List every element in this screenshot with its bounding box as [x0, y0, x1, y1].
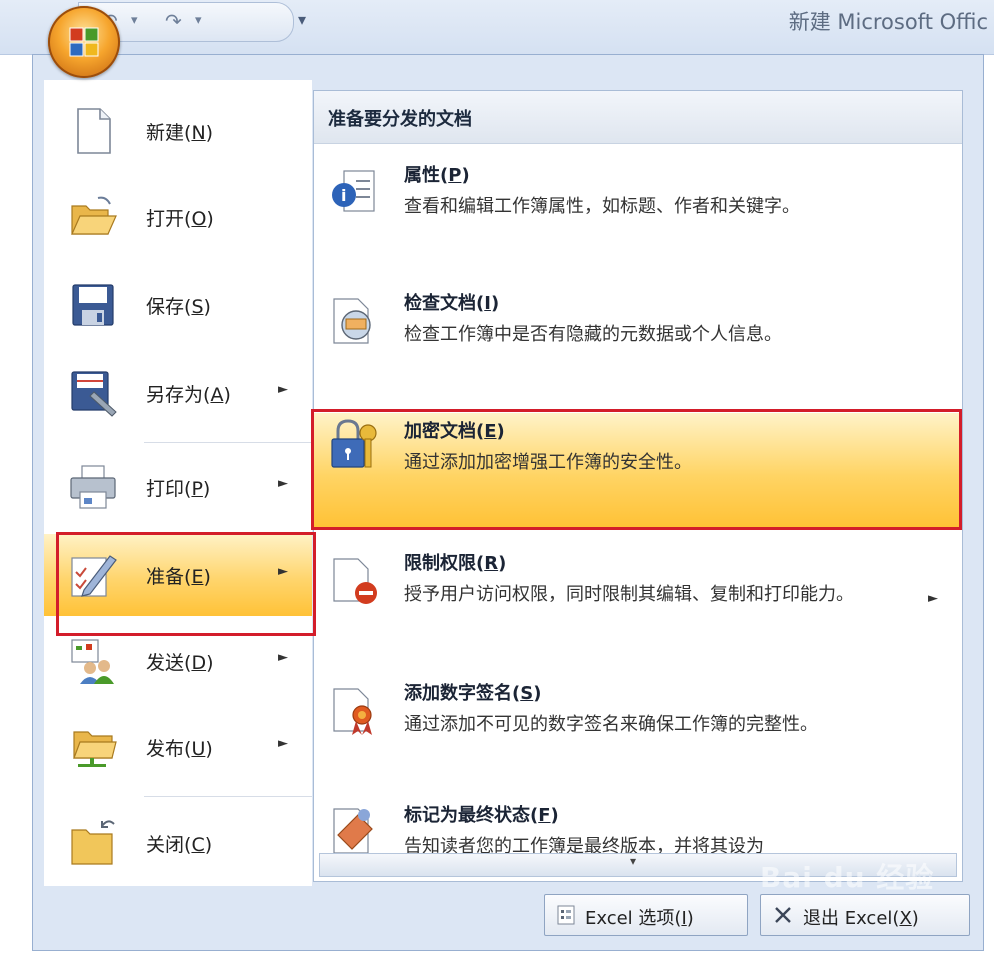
digital-signature-icon	[333, 688, 372, 735]
menu-item-publish[interactable]: 发布(U) ►	[44, 706, 312, 788]
printer-icon	[70, 465, 116, 509]
annotation-box-encrypt	[311, 409, 962, 530]
option-accesskey: I	[484, 293, 491, 314]
submenu-arrow-icon: ►	[278, 382, 288, 397]
menu-item-label: 发送	[146, 652, 185, 674]
undo-dropdown-icon[interactable]: ▾	[131, 8, 138, 34]
option-properties[interactable]: i 属性(P) 查看和编辑工作簿属性，如标题、作者和关键字。	[314, 153, 962, 271]
left-menu: 新建(N) 打开(O) 保存(S) 另存为(A) ► 打印(P) ► 准备(E)…	[44, 80, 312, 886]
option-title: 限制权限	[404, 553, 476, 574]
send-people-icon	[71, 639, 114, 684]
window-title: 新建 Microsoft Offic	[788, 10, 988, 34]
menu-item-accesskey: P	[191, 478, 203, 500]
option-description: 检查工作簿中是否有隐藏的元数据或个人信息。	[404, 324, 782, 345]
option-description: 授予用户访问权限，同时限制其编辑、复制和打印能力。	[404, 584, 854, 605]
title-bar: ↶ ▾ ↷ ▾ ▾ 新建 Microsoft Offic	[0, 0, 994, 55]
exit-excel-button[interactable]: 退出 Excel(X)	[760, 894, 970, 936]
submenu-header: 准备要分发的文档	[314, 91, 962, 144]
menu-item-save-as[interactable]: 另存为(A) ►	[44, 352, 312, 434]
open-folder-icon	[71, 196, 117, 235]
menu-item-close[interactable]: 关闭(C)	[44, 802, 312, 884]
svg-text:i: i	[341, 186, 346, 205]
option-description: 通过添加不可见的数字签名来确保工作簿的完整性。	[404, 714, 818, 735]
option-restrict-permission[interactable]: 限制权限(R) 授予用户访问权限，同时限制其编辑、复制和打印能力。 ►	[314, 545, 962, 663]
close-folder-icon	[71, 820, 115, 865]
customize-toolbar-icon[interactable]: ▾	[298, 10, 306, 29]
publish-folder-icon	[73, 731, 117, 767]
option-description: 告知读者您的工作簿是最终版本，并将其设为	[404, 836, 764, 853]
save-disk-icon	[72, 284, 114, 326]
menu-item-label: 另存为	[146, 384, 204, 406]
option-accesskey: S	[520, 683, 534, 704]
option-title: 属性	[404, 165, 440, 186]
option-digital-signature[interactable]: 添加数字签名(S) 通过添加不可见的数字签名来确保工作簿的完整性。	[314, 673, 962, 791]
new-document-icon	[77, 108, 111, 154]
menu-item-accesskey: N	[191, 122, 206, 144]
annotation-box-prepare	[56, 532, 316, 636]
option-accesskey: R	[484, 553, 499, 574]
option-title: 添加数字签名	[404, 683, 512, 704]
properties-info-icon: i	[332, 170, 375, 212]
office-logo-icon	[69, 27, 99, 57]
submenu-arrow-icon: ►	[278, 650, 288, 665]
button-accesskey: I	[681, 908, 687, 929]
office-button[interactable]	[48, 6, 120, 78]
option-inspect-document[interactable]: 检查文档(I) 检查工作簿中是否有隐藏的元数据或个人信息。	[314, 281, 962, 399]
redo-button[interactable]: ↷	[165, 8, 182, 34]
menu-item-label: 新建	[146, 122, 185, 144]
submenu-arrow-icon: ►	[278, 476, 288, 491]
option-accesskey: F	[538, 805, 551, 826]
menu-item-accesskey: A	[210, 384, 224, 406]
exit-x-icon	[775, 907, 791, 923]
menu-item-accesskey: D	[191, 652, 207, 674]
menu-item-label: 打开	[146, 208, 185, 230]
button-accesskey: X	[899, 908, 912, 929]
option-title: 标记为最终状态	[404, 805, 530, 826]
menu-item-label: 关闭	[146, 834, 185, 856]
button-label: Excel 选项	[585, 908, 675, 929]
redo-dropdown-icon[interactable]: ▾	[195, 8, 202, 34]
menu-item-accesskey: S	[191, 296, 204, 318]
option-accesskey: P	[448, 165, 462, 186]
option-mark-final[interactable]: 标记为最终状态(F) 告知读者您的工作簿是最终版本，并将其设为	[314, 797, 962, 853]
menu-item-accesskey: O	[191, 208, 207, 230]
restrict-permission-icon	[333, 558, 377, 604]
scroll-down-icon: ▾	[630, 854, 637, 868]
menu-item-open[interactable]: 打开(O)	[44, 176, 312, 258]
submenu-arrow-icon: ►	[278, 736, 288, 751]
save-as-icon	[71, 371, 117, 417]
menu-item-label: 发布	[146, 738, 185, 760]
excel-options-button[interactable]: Excel 选项(I)	[544, 894, 748, 936]
option-title: 检查文档	[404, 293, 476, 314]
menu-item-label: 打印	[146, 478, 185, 500]
option-description: 查看和编辑工作簿属性，如标题、作者和关键字。	[404, 196, 800, 217]
watermark: Bai du 经验	[760, 861, 935, 894]
menu-item-accesskey: C	[191, 834, 205, 856]
menu-separator	[144, 796, 312, 797]
inspect-document-icon	[333, 298, 371, 344]
menu-separator	[144, 442, 312, 443]
menu-item-print[interactable]: 打印(P) ►	[44, 446, 312, 528]
submenu-arrow-icon: ►	[928, 591, 938, 606]
menu-item-label: 保存	[146, 296, 185, 318]
menu-item-save[interactable]: 保存(S)	[44, 264, 312, 346]
options-document-icon	[557, 905, 575, 925]
mark-final-icon	[333, 808, 373, 853]
button-label: 退出 Excel	[803, 908, 893, 929]
menu-item-accesskey: U	[191, 738, 206, 760]
menu-item-new[interactable]: 新建(N)	[44, 90, 312, 172]
submenu-title: 准备要分发的文档	[328, 109, 472, 130]
